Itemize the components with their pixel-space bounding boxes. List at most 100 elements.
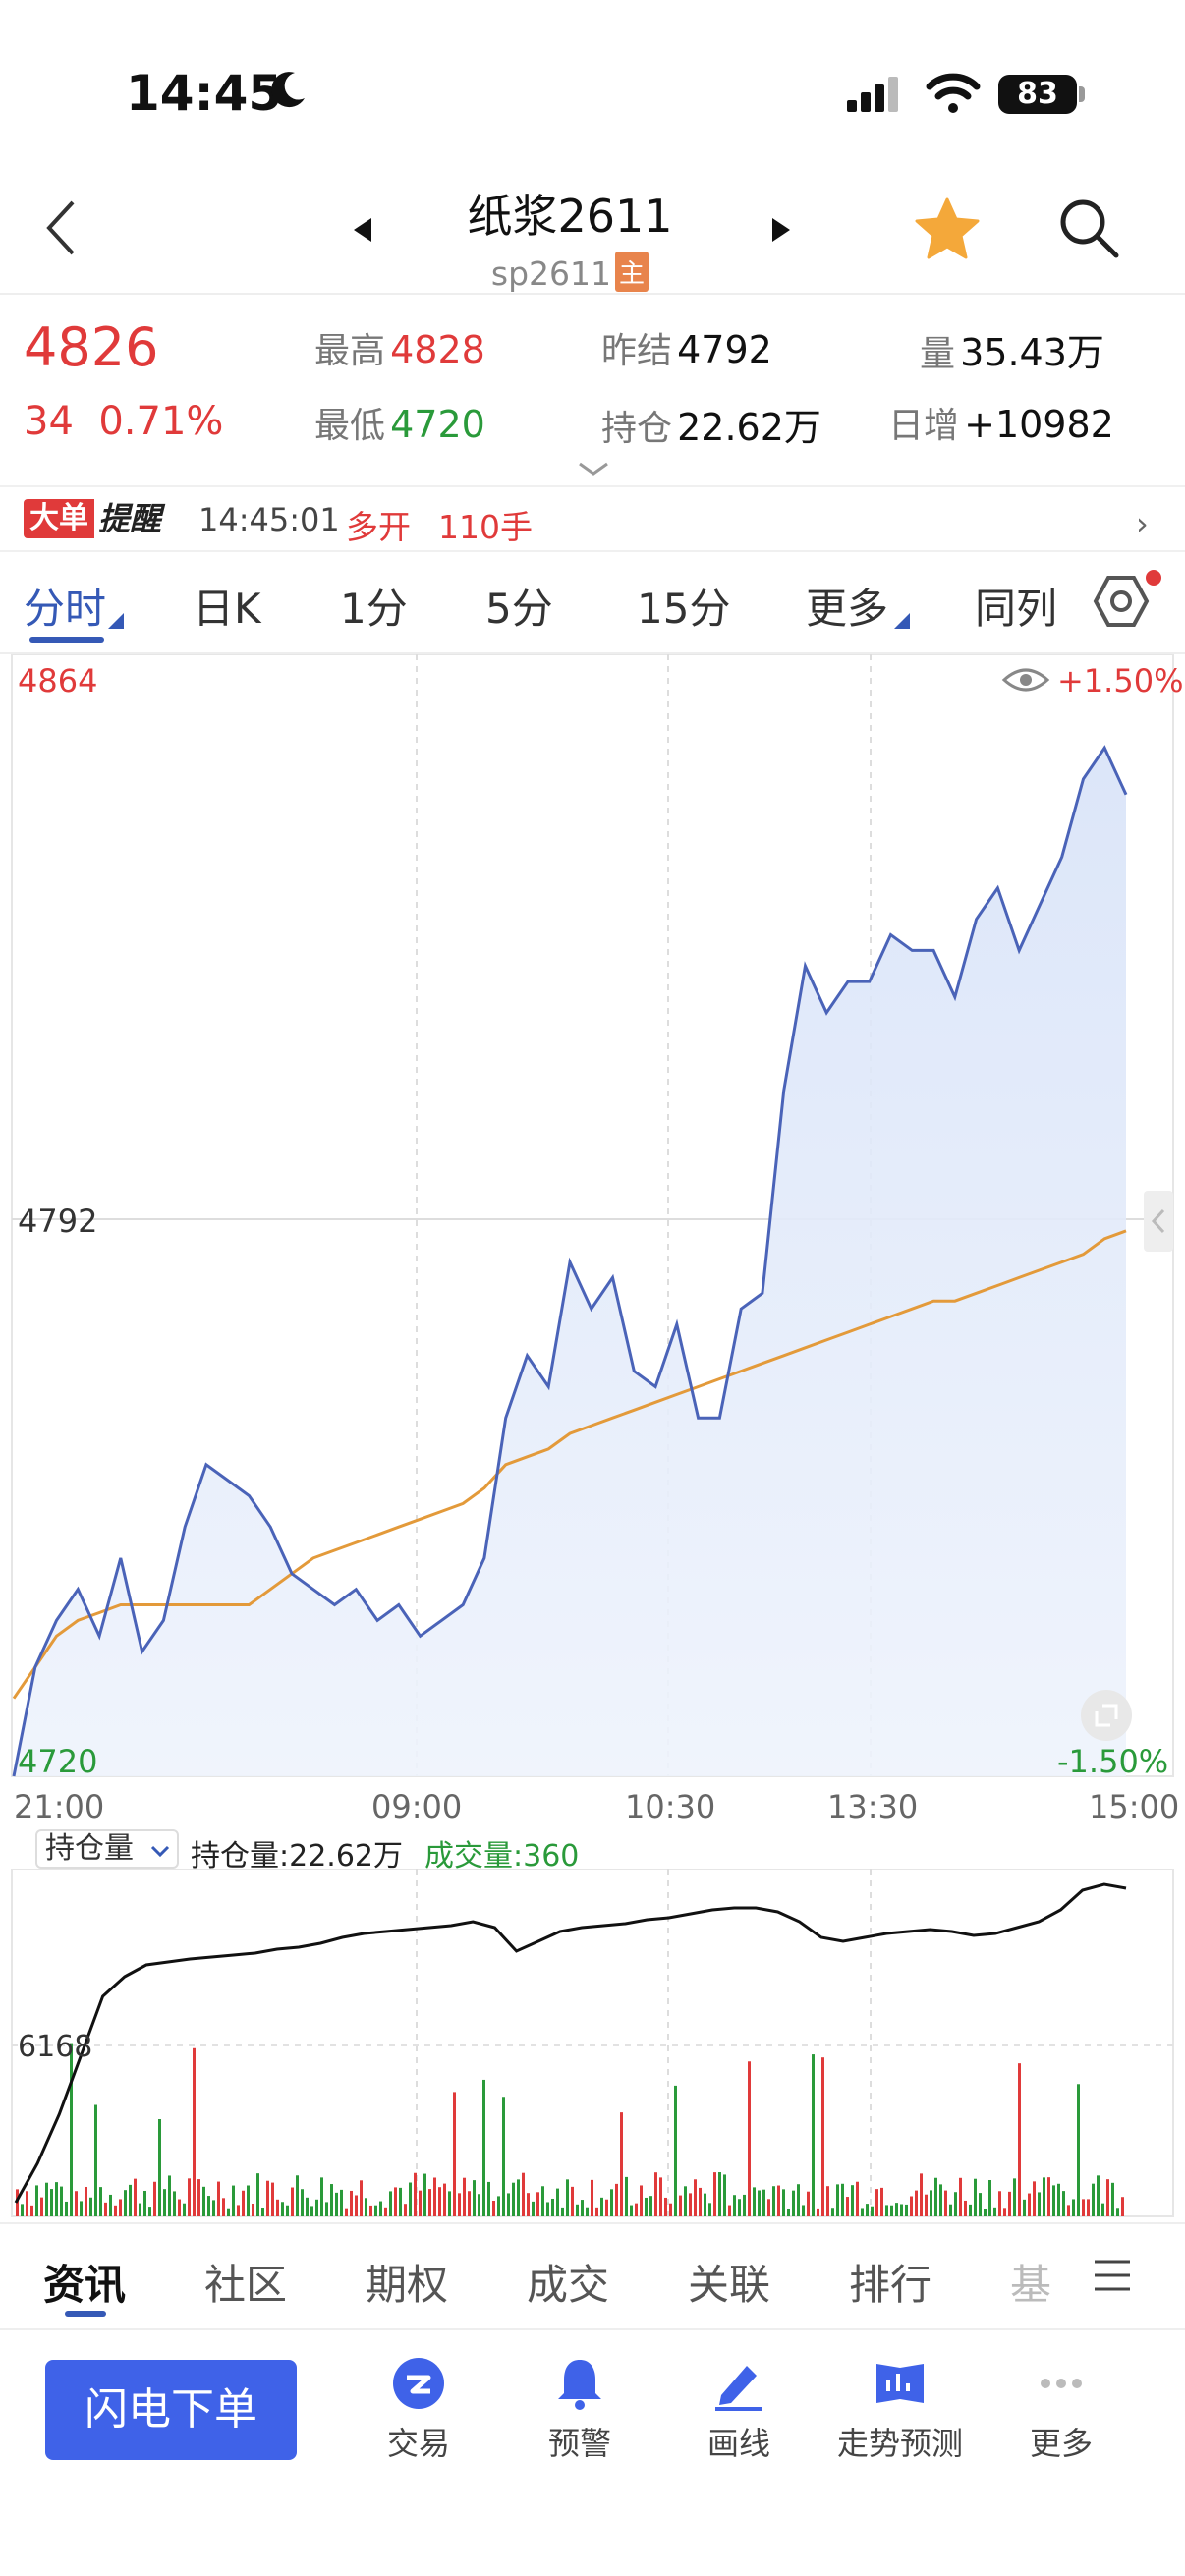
menu-icon[interactable] — [1093, 2258, 1132, 2293]
volume-oi-subchart[interactable] — [0, 1869, 1185, 2220]
tab-fundamentals[interactable]: 基 — [1010, 2252, 1051, 2312]
low-label: 最低 — [314, 406, 386, 446]
trade-action[interactable]: 交易 — [340, 2356, 497, 2464]
chart-settings-icon[interactable] — [1091, 570, 1165, 635]
volume-bar — [256, 2173, 259, 2216]
trend-forecast-action[interactable]: 走势预测 — [821, 2356, 979, 2464]
open-interest-line — [14, 1882, 1127, 2204]
volume-bar — [974, 2178, 977, 2216]
tab-more-dropdown-icon[interactable] — [894, 613, 910, 629]
next-contract-arrow[interactable] — [772, 218, 790, 242]
volume-bar — [812, 2054, 815, 2216]
volume-bar — [1043, 2177, 1045, 2216]
tab-intraday[interactable]: 分时 — [24, 576, 106, 636]
chevron-right-icon[interactable]: › — [1136, 505, 1149, 542]
change-value: 34 — [24, 399, 74, 444]
volume-bar — [409, 2182, 412, 2216]
volume-bar — [969, 2204, 972, 2216]
tab-community[interactable]: 社区 — [204, 2252, 287, 2312]
volume-value: 35.43万 — [960, 331, 1104, 374]
price-axis-bottom: 4720 — [18, 1743, 98, 1780]
tab-5min[interactable]: 5分 — [485, 576, 553, 636]
tab-intraday-dropdown-icon[interactable] — [108, 613, 124, 629]
volume-bar — [762, 2189, 765, 2216]
cellular-signal-icon — [847, 77, 898, 112]
volume-bar — [482, 2079, 485, 2216]
volume-bar — [959, 2177, 962, 2216]
volume-bar — [905, 2204, 908, 2216]
indicator-select[interactable]: 持仓量 — [35, 1829, 179, 1869]
intraday-chart[interactable] — [0, 654, 1185, 1788]
volume-bar — [325, 2202, 328, 2216]
volume-bar — [713, 2172, 716, 2216]
draw-line-action[interactable]: 画线 — [660, 2356, 818, 2464]
volume-bar — [448, 2191, 451, 2216]
volume-bar — [934, 2177, 937, 2216]
volume-bar — [694, 2179, 697, 2216]
daily-increase-field: 日增 +10982 — [888, 397, 1114, 448]
volume-bar — [910, 2196, 913, 2216]
volume-bar — [767, 2199, 770, 2216]
volume-bar — [384, 2207, 387, 2216]
favorite-star-icon[interactable] — [914, 196, 981, 261]
volume-bar — [846, 2197, 849, 2216]
search-icon[interactable] — [1057, 196, 1120, 259]
volume-bar — [414, 2172, 417, 2216]
volume-bar — [198, 2179, 200, 2216]
volume-bar — [541, 2186, 544, 2216]
volume-bar — [1121, 2197, 1124, 2216]
side-panel-handle[interactable] — [1144, 1191, 1173, 1252]
back-arrow-icon[interactable] — [43, 196, 79, 259]
volume-bar — [237, 2205, 240, 2216]
bell-icon — [558, 2360, 601, 2410]
volume-bar — [998, 2191, 1001, 2216]
volume-bar — [85, 2186, 87, 2216]
tab-daily-k[interactable]: 日K — [193, 576, 261, 636]
tab-options[interactable]: 期权 — [366, 2252, 448, 2312]
volume-bar — [988, 2180, 991, 2216]
volume-bar — [345, 2208, 348, 2216]
volume-bar — [630, 2205, 633, 2216]
volume-field: 量 35.43万 — [920, 322, 1104, 376]
volume-bar — [178, 2199, 181, 2216]
flash-order-button[interactable]: 闪电下单 — [45, 2360, 297, 2460]
volume-bar — [355, 2195, 358, 2216]
alert-action-button[interactable]: 预警 — [501, 2356, 658, 2464]
tab-ranking[interactable]: 排行 — [849, 2252, 931, 2312]
tab-trades[interactable]: 成交 — [527, 2252, 609, 2312]
chevron-down-icon[interactable] — [576, 460, 611, 477]
volume-bar — [301, 2189, 304, 2216]
pen-icon — [715, 2366, 762, 2411]
volume-bar — [1013, 2178, 1016, 2216]
volume-bar — [566, 2179, 569, 2216]
alert-time: 14:45:01 — [198, 501, 340, 538]
more-label: 更多 — [1029, 2425, 1093, 2462]
volume-bar — [1057, 2183, 1060, 2216]
tab-news[interactable]: 资讯 — [43, 2252, 126, 2312]
volume-bar — [35, 2185, 38, 2216]
volume-bar — [723, 2174, 726, 2216]
more-action[interactable]: 更多 — [983, 2356, 1140, 2464]
more-dots-icon — [1041, 2379, 1082, 2388]
volume-bar — [70, 2043, 73, 2216]
tab-related[interactable]: 关联 — [688, 2252, 770, 2312]
tab-1min[interactable]: 1分 — [340, 576, 408, 636]
view-eye-icon[interactable] — [1001, 668, 1050, 692]
volume-bar — [478, 2194, 480, 2216]
volume-bar — [94, 2104, 97, 2216]
tab-more[interactable]: 更多 — [806, 576, 888, 636]
expand-chart-icon[interactable] — [1081, 1690, 1132, 1741]
volume-bar — [80, 2201, 83, 2216]
volume-bar — [374, 2205, 377, 2216]
tab-15min[interactable]: 15分 — [637, 576, 730, 636]
volume-bar — [817, 2208, 819, 2216]
volume-bar — [202, 2186, 205, 2216]
volume-bar — [885, 2205, 888, 2216]
tab-same-series[interactable]: 同列 — [975, 576, 1057, 636]
contract-code-text: sp2611 — [490, 254, 612, 293]
prev-contract-arrow[interactable] — [354, 218, 371, 242]
big-order-badge: 大单 — [24, 499, 94, 538]
volume-bar — [1067, 2205, 1070, 2216]
volume-bar — [168, 2175, 171, 2216]
volume-bar — [1087, 2199, 1090, 2216]
